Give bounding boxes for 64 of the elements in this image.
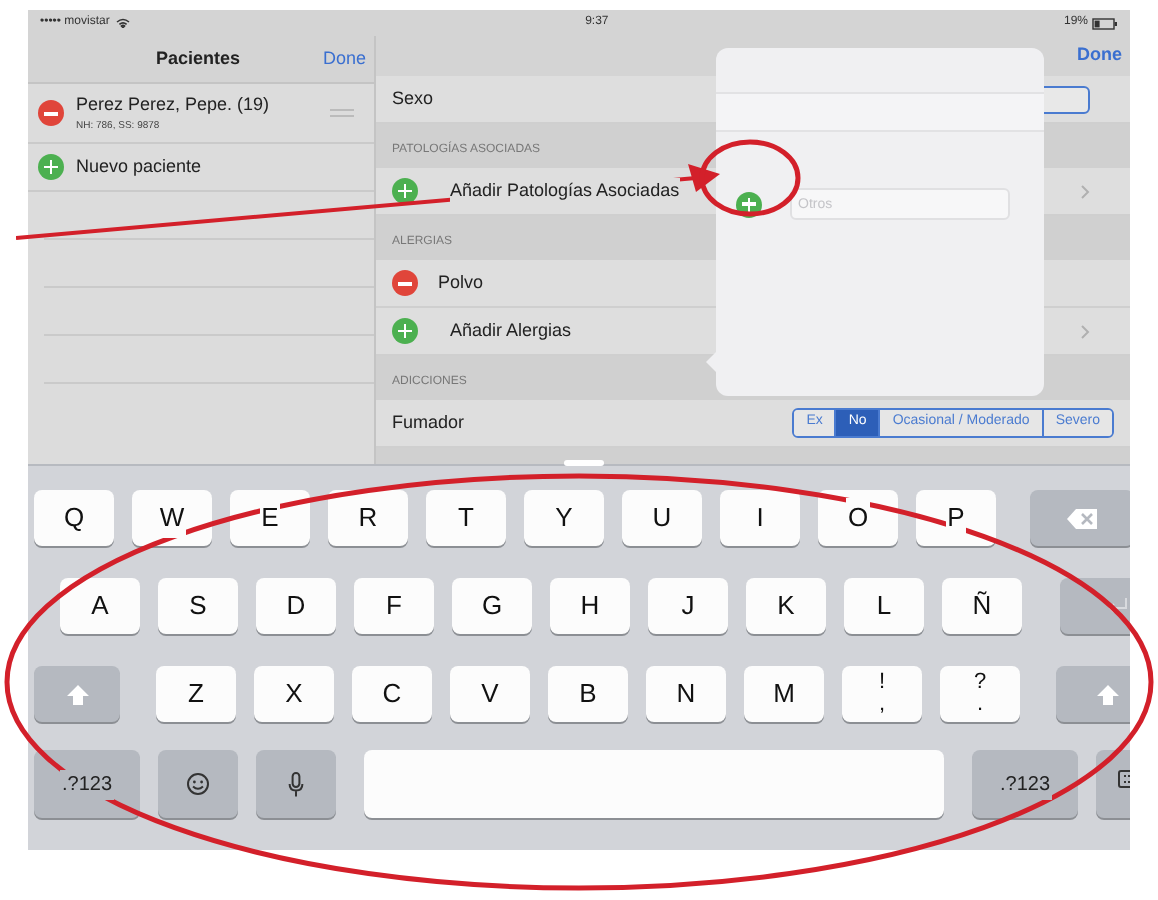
wifi-icon	[115, 18, 130, 28]
key[interactable]: J	[648, 578, 728, 634]
chevron-icon	[1080, 183, 1090, 199]
patient-name: Perez Perez, Pepe. (19)	[76, 92, 270, 118]
remove-icon[interactable]	[392, 270, 418, 296]
emoji-key[interactable]	[158, 750, 238, 818]
backspace-icon	[1066, 507, 1098, 529]
key-top-label: !	[878, 672, 886, 694]
key[interactable]: T	[426, 490, 506, 546]
key[interactable]: F	[354, 578, 434, 634]
key-top-label: ?	[973, 672, 987, 694]
add-icon[interactable]	[392, 318, 418, 344]
key[interactable]: G	[452, 578, 532, 634]
numbers-key[interactable]: .?123	[34, 750, 140, 818]
key[interactable]: C	[352, 666, 432, 722]
microphone-icon	[288, 771, 304, 797]
key[interactable]: R	[328, 490, 408, 546]
key[interactable]: ! ,	[842, 666, 922, 722]
key[interactable]: Y	[524, 490, 604, 546]
reorder-icon[interactable]	[330, 108, 354, 118]
key[interactable]: W	[132, 490, 212, 546]
smiley-icon	[186, 772, 210, 796]
key[interactable]: H	[550, 578, 630, 634]
key[interactable]: K	[746, 578, 826, 634]
add-icon[interactable]	[38, 154, 64, 180]
key[interactable]: I	[720, 490, 800, 546]
key[interactable]: E	[230, 490, 310, 546]
backspace-key[interactable]	[1030, 490, 1130, 546]
remove-icon[interactable]	[38, 100, 64, 126]
pane-title: Pacientes	[156, 45, 241, 72]
key[interactable]: X	[254, 666, 334, 722]
shift-icon	[65, 683, 89, 705]
key[interactable]: P	[916, 490, 996, 546]
row-label: Añadir Patologías Asociadas	[450, 177, 680, 205]
key[interactable]: Z	[156, 666, 236, 722]
numbers-key[interactable]: .?123	[972, 750, 1078, 818]
key[interactable]: A	[60, 578, 140, 634]
drag-handle[interactable]	[564, 460, 604, 466]
annotation-circle	[698, 138, 802, 218]
key[interactable]: ? .	[940, 666, 1020, 722]
key[interactable]: D	[256, 578, 336, 634]
add-icon[interactable]	[392, 178, 418, 204]
key[interactable]: N	[646, 666, 726, 722]
patient-row[interactable]: Nuevo paciente	[28, 144, 374, 192]
key-bottom-label: .	[976, 694, 984, 716]
patient-name: Nuevo paciente	[76, 153, 202, 180]
row-label: Añadir Alergias	[450, 317, 572, 345]
key[interactable]: Q	[34, 490, 114, 546]
key[interactable]: Ñ	[942, 578, 1022, 634]
chevron-icon	[1080, 323, 1090, 339]
key[interactable]: V	[450, 666, 530, 722]
microphone-key[interactable]	[256, 750, 336, 818]
return-icon	[1106, 596, 1130, 616]
key[interactable]: L	[844, 578, 924, 634]
key[interactable]: O	[818, 490, 898, 546]
shift-key[interactable]	[34, 666, 120, 722]
key[interactable]: B	[548, 666, 628, 722]
key[interactable]: S	[158, 578, 238, 634]
key-bottom-label: ,	[878, 694, 886, 716]
key[interactable]: M	[744, 666, 824, 722]
battery-icon	[1092, 17, 1119, 29]
shift-icon	[1096, 683, 1120, 705]
key[interactable]: U	[622, 490, 702, 546]
shift-key[interactable]	[1056, 666, 1130, 722]
